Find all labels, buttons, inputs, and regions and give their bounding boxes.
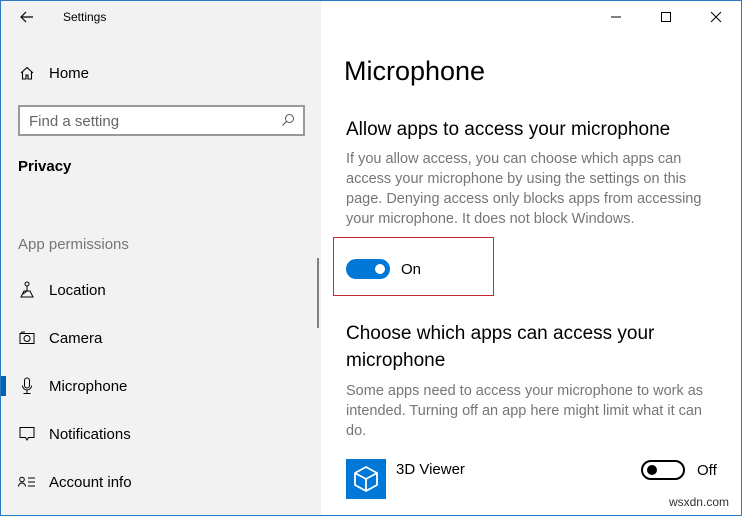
choose-section-description: Some apps need to access your microphone… bbox=[346, 383, 704, 439]
page-title: Microphone bbox=[344, 56, 486, 86]
app-name: 3D Viewer bbox=[396, 461, 465, 478]
sidebar-item-account-info[interactable]: Account info bbox=[1, 462, 321, 502]
settings-window: Settings Home Privacy App permissions Lo… bbox=[0, 0, 742, 516]
sidebar: Settings Home Privacy App permissions Lo… bbox=[1, 1, 321, 515]
choose-section-heading: Choose which apps can access your microp… bbox=[346, 323, 655, 371]
account-info-icon bbox=[18, 473, 36, 491]
sidebar-item-label: Account info bbox=[49, 473, 132, 491]
nav-home[interactable]: Home bbox=[1, 53, 321, 93]
3d-viewer-toggle-label: Off bbox=[697, 462, 717, 479]
search-icon[interactable] bbox=[281, 113, 295, 127]
allow-section-description: If you allow access, you can choose whic… bbox=[346, 151, 702, 227]
sidebar-item-label: Location bbox=[49, 281, 106, 299]
back-button[interactable] bbox=[15, 7, 39, 27]
toggle-knob bbox=[647, 465, 657, 475]
close-button[interactable] bbox=[691, 1, 741, 33]
minimize-button[interactable] bbox=[591, 1, 641, 33]
close-icon bbox=[710, 11, 722, 23]
minimize-icon bbox=[611, 16, 621, 18]
3d-viewer-toggle[interactable] bbox=[641, 460, 685, 480]
sidebar-item-microphone[interactable]: Microphone bbox=[1, 366, 321, 406]
microphone-icon bbox=[18, 377, 36, 395]
allow-section-heading: Allow apps to access your microphone bbox=[346, 119, 671, 140]
nav-home-label: Home bbox=[49, 64, 90, 82]
location-icon bbox=[18, 281, 36, 299]
camera-icon bbox=[18, 329, 36, 347]
sidebar-item-label: Microphone bbox=[49, 377, 128, 395]
active-indicator bbox=[1, 376, 6, 396]
allow-access-toggle[interactable] bbox=[346, 259, 390, 279]
sidebar-item-notifications[interactable]: Notifications bbox=[1, 414, 321, 454]
maximize-button[interactable] bbox=[641, 1, 691, 33]
3d-viewer-icon bbox=[346, 459, 386, 499]
sidebar-item-label: Camera bbox=[49, 329, 103, 347]
back-arrow-icon bbox=[20, 11, 33, 23]
sidebar-item-camera[interactable]: Camera bbox=[1, 318, 321, 358]
search-box[interactable] bbox=[18, 105, 305, 136]
sidebar-scrollbar[interactable] bbox=[317, 258, 319, 328]
allow-access-toggle-label: On bbox=[401, 261, 422, 278]
window-controls bbox=[591, 1, 741, 33]
sidebar-item-location[interactable]: Location bbox=[1, 270, 321, 310]
sidebar-item-label: Notifications bbox=[49, 425, 131, 443]
main-content: Microphone Allow apps to access your mic… bbox=[321, 1, 741, 515]
toggle-knob bbox=[375, 264, 385, 274]
search-input[interactable] bbox=[29, 111, 279, 131]
maximize-icon bbox=[661, 12, 671, 22]
watermark: wsxdn.com bbox=[668, 495, 729, 509]
notifications-icon bbox=[18, 425, 36, 443]
home-icon bbox=[18, 64, 36, 82]
section-heading-privacy: Privacy bbox=[18, 158, 72, 175]
app-title: Settings bbox=[63, 10, 107, 24]
group-label-app-permissions: App permissions bbox=[18, 236, 129, 253]
